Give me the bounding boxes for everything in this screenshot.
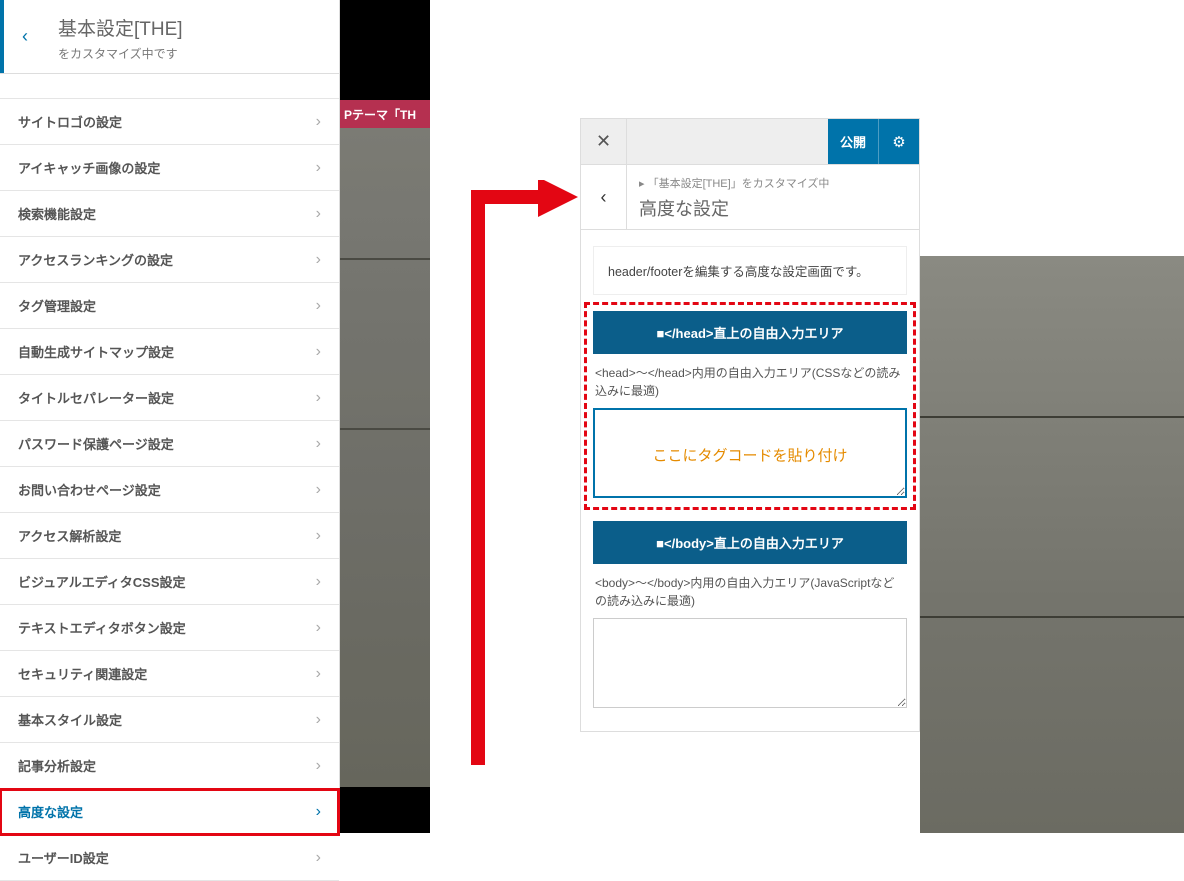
menu-item-10[interactable]: ビジュアルエディタCSS設定 ›: [0, 559, 339, 605]
menu-item-3[interactable]: アクセスランキングの設定 ›: [0, 237, 339, 283]
menu-item-label: 記事分析設定: [18, 756, 96, 775]
chevron-right-icon: ›: [316, 481, 321, 499]
menu-item-label: アイキャッチ画像の設定: [18, 158, 160, 177]
menu-item-label: アクセス解析設定: [18, 526, 121, 545]
section-description: <body>～</body>内用の自由入力エリア(JavaScriptなどの読み…: [593, 564, 907, 618]
menu-item-16[interactable]: ユーザーID設定 ›: [0, 835, 339, 881]
chevron-right-icon: ›: [316, 251, 321, 269]
chevron-right-icon: ›: [316, 849, 321, 867]
menu-item-label: ビジュアルエディタCSS設定: [18, 572, 186, 591]
menu-item-0[interactable]: サイトロゴの設定 ›: [0, 98, 339, 145]
customizer-left-panel: ‹ 基本設定[THE] をカスタマイズ中です サイトロゴの設定›アイキャッチ画像…: [0, 0, 340, 833]
breadcrumb-path: ▸ 「基本設定[THE]」をカスタマイズ中: [639, 175, 829, 191]
right-preview-bg: [920, 256, 1184, 833]
back-button[interactable]: ‹: [581, 165, 627, 229]
publish-label: 公開: [840, 132, 866, 151]
chevron-right-icon: ›: [316, 389, 321, 407]
settings-menu: サイトロゴの設定›アイキャッチ画像の設定›検索機能設定›アクセスランキングの設定…: [0, 98, 339, 881]
chevron-right-icon: ›: [316, 619, 321, 637]
menu-item-label: 自動生成サイトマップ設定: [18, 342, 174, 361]
chevron-right-icon: ›: [316, 435, 321, 453]
panel-subtitle: をカスタマイズ中です: [58, 45, 183, 62]
panel-header: ‹ 基本設定[THE] をカスタマイズ中です: [0, 0, 339, 74]
panel-title: 基本設定[THE]: [58, 14, 183, 41]
panel-topbar: ✕ 公開 ⚙: [581, 119, 919, 165]
close-icon: ✕: [596, 131, 611, 152]
menu-item-label: セキュリティ関連設定: [18, 664, 147, 683]
chevron-right-icon: ›: [316, 205, 321, 223]
chevron-right-icon: ›: [316, 527, 321, 545]
menu-item-label: お問い合わせページ設定: [18, 480, 161, 499]
chevron-right-icon: ›: [316, 757, 321, 775]
settings-gear-button[interactable]: ⚙: [879, 119, 919, 164]
menu-item-12[interactable]: セキュリティ関連設定 ›: [0, 651, 339, 697]
menu-item-4[interactable]: タグ管理設定 ›: [0, 283, 339, 329]
menu-item-label: タグ管理設定: [18, 296, 96, 315]
theme-top-bar: Pテーマ「TH: [340, 100, 430, 128]
menu-item-label: 基本スタイル設定: [18, 710, 122, 729]
body-code-textarea[interactable]: [593, 618, 907, 708]
chevron-left-icon: ‹: [22, 26, 28, 47]
publish-button[interactable]: 公開: [828, 119, 879, 164]
chevron-right-icon: ›: [316, 113, 321, 131]
close-button[interactable]: ✕: [581, 119, 627, 164]
breadcrumb: ‹ ▸ 「基本設定[THE]」をカスタマイズ中 高度な設定: [581, 165, 919, 230]
breadcrumb-title: 高度な設定: [639, 195, 829, 221]
chevron-right-icon: ›: [316, 711, 321, 729]
chevron-left-icon: ‹: [601, 187, 607, 208]
panel-description: header/footerを編集する高度な設定画面です。: [593, 246, 907, 295]
menu-item-9[interactable]: アクセス解析設定 ›: [0, 513, 339, 559]
section-header: ■</head>直上の自由入力エリア: [593, 311, 907, 354]
menu-item-label: 高度な設定: [18, 802, 83, 821]
menu-item-label: 検索機能設定: [18, 204, 96, 223]
section-description: <head>～</head>内用の自由入力エリア(CSSなどの読み込みに最適): [593, 354, 907, 408]
head-code-textarea[interactable]: [593, 408, 907, 498]
chevron-right-icon: ›: [316, 803, 321, 821]
menu-item-label: アクセスランキングの設定: [18, 250, 173, 269]
menu-item-15[interactable]: 高度な設定 ›: [0, 789, 339, 835]
body-inject-section: ■</body>直上の自由入力エリア <body>～</body>内用の自由入力…: [593, 521, 907, 711]
menu-item-label: パスワード保護ページ設定: [18, 434, 174, 453]
menu-item-8[interactable]: お問い合わせページ設定 ›: [0, 467, 339, 513]
head-inject-section: ■</head>直上の自由入力エリア <head>～</head>内用の自由入力…: [593, 311, 907, 501]
chevron-right-icon: ›: [316, 573, 321, 591]
gear-icon: ⚙: [892, 133, 905, 151]
menu-item-1[interactable]: アイキャッチ画像の設定 ›: [0, 145, 339, 191]
chevron-right-icon: ›: [316, 297, 321, 315]
customizer-right-panel: ✕ 公開 ⚙ ‹ ▸ 「基本設定[THE]」をカスタマイズ中 高度な設定 hea…: [580, 118, 920, 732]
chevron-right-icon: ›: [316, 665, 321, 683]
menu-item-11[interactable]: テキストエディタボタン設定 ›: [0, 605, 339, 651]
chevron-right-icon: ›: [316, 159, 321, 177]
menu-item-2[interactable]: 検索機能設定 ›: [0, 191, 339, 237]
menu-item-6[interactable]: タイトルセパレーター設定 ›: [0, 375, 339, 421]
menu-item-14[interactable]: 記事分析設定 ›: [0, 743, 339, 789]
chevron-right-icon: ›: [316, 343, 321, 361]
menu-item-label: タイトルセパレーター設定: [18, 388, 174, 407]
annotation-arrow-icon: [338, 180, 578, 780]
menu-item-label: サイトロゴの設定: [18, 112, 122, 131]
section-header: ■</body>直上の自由入力エリア: [593, 521, 907, 564]
menu-item-5[interactable]: 自動生成サイトマップ設定 ›: [0, 329, 339, 375]
menu-item-13[interactable]: 基本スタイル設定 ›: [0, 697, 339, 743]
theme-top-bar-text: Pテーマ「TH: [344, 106, 416, 123]
back-button[interactable]: ‹: [0, 0, 46, 73]
menu-item-7[interactable]: パスワード保護ページ設定 ›: [0, 421, 339, 467]
menu-item-label: テキストエディタボタン設定: [18, 618, 186, 637]
menu-item-label: ユーザーID設定: [18, 848, 109, 867]
